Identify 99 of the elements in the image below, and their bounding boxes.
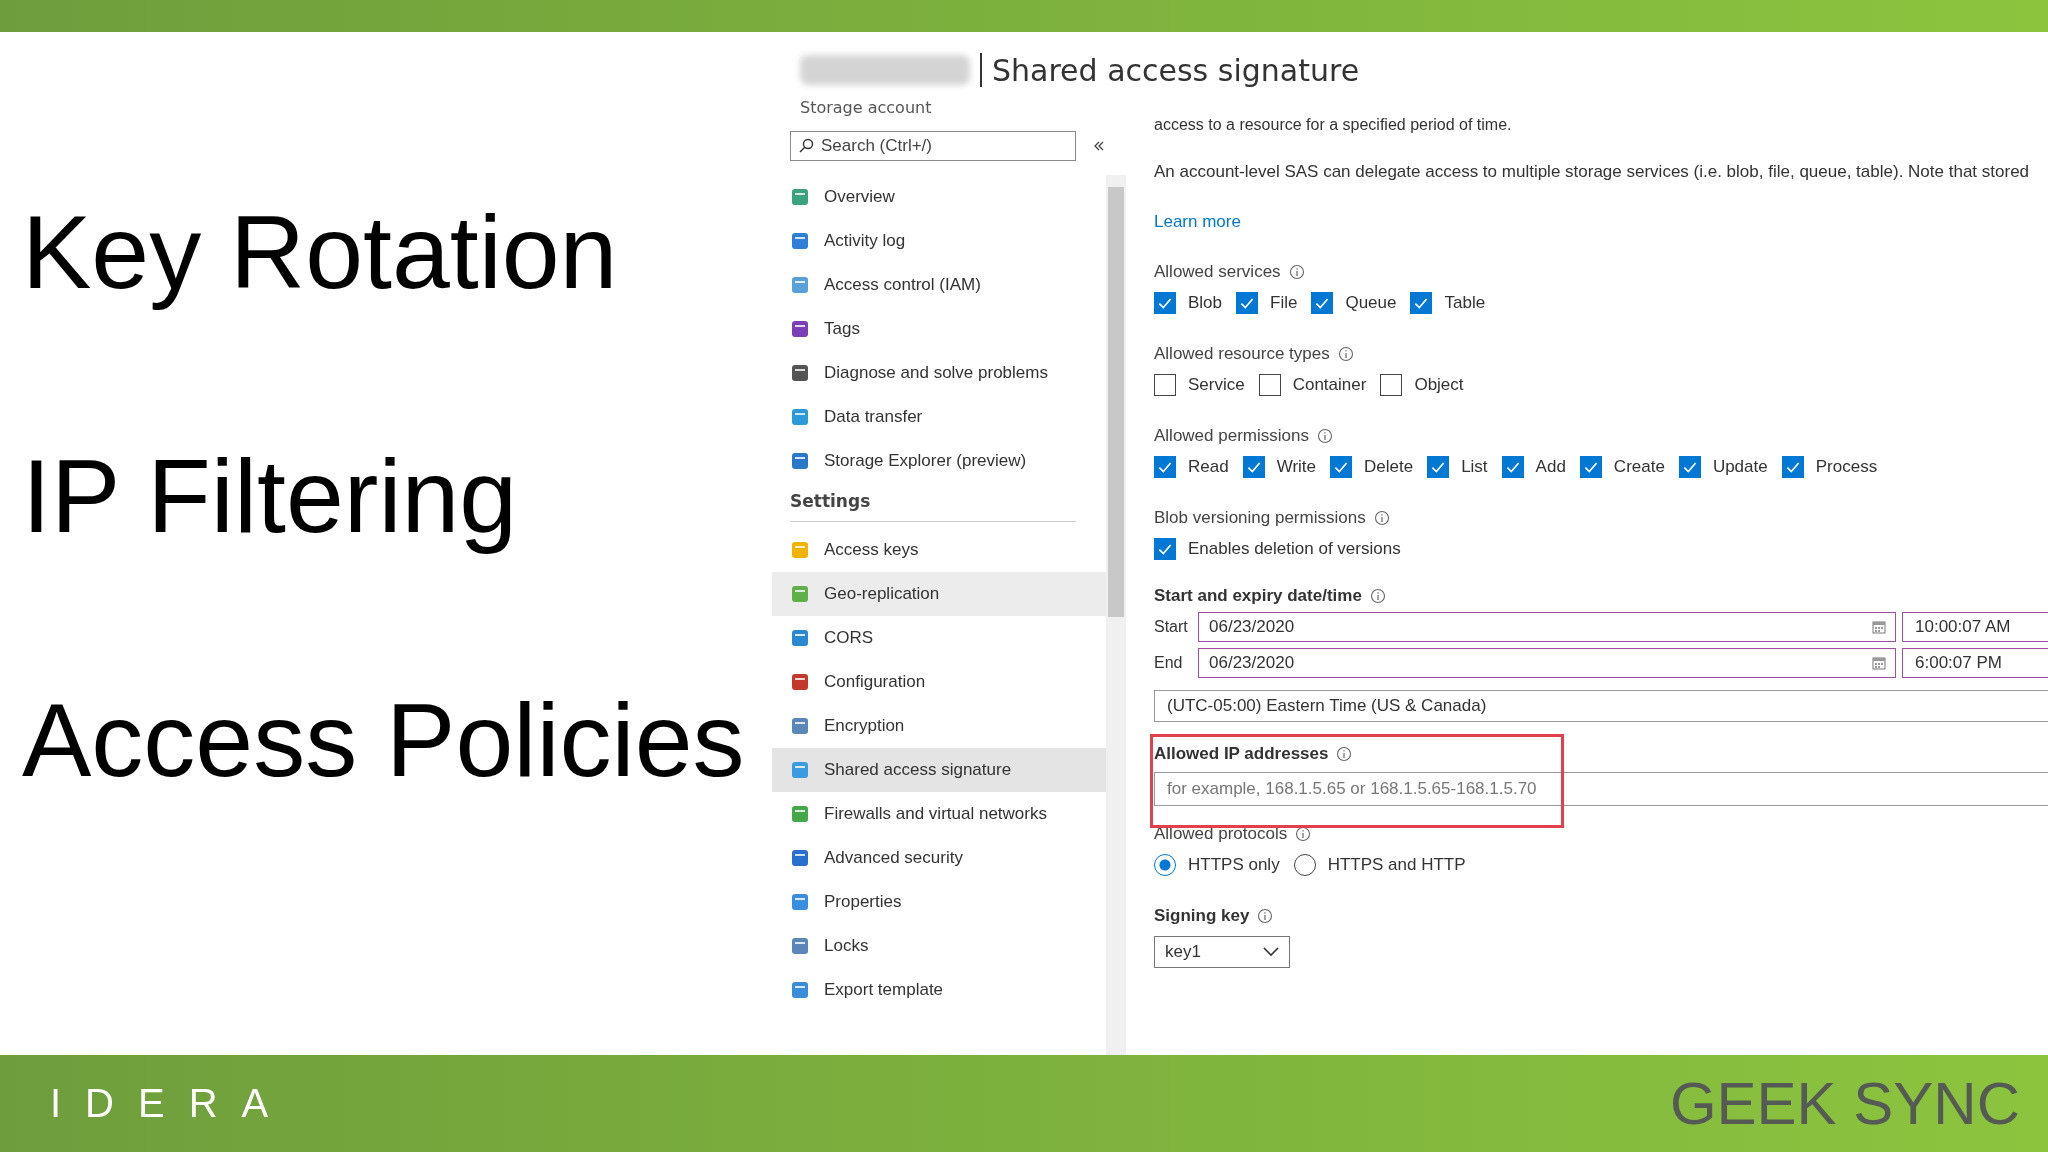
ip-address-field[interactable]: for example, 168.1.5.65 or 168.1.5.65-168.1.5.70 [1154,772,2048,806]
checkbox[interactable] [1236,292,1259,314]
tile-icon [790,716,810,736]
checkbox[interactable] [1311,292,1334,314]
option-label: Queue [1345,293,1397,313]
field-label: Start [1154,618,1189,636]
tile-icon [790,187,810,207]
tile-icon [790,628,810,648]
radio-button[interactable] [1154,854,1176,876]
field-label: Allowed resource types [1154,344,1330,364]
option-label: Enables deletion of versions [1188,539,1401,559]
option-label: Create [1613,457,1665,477]
tile-icon [790,363,810,383]
tile-icon [790,275,810,295]
tile-icon [790,980,810,1000]
date-field[interactable]: 06/23/2020 [1198,648,1896,678]
checkbox[interactable] [1154,538,1176,560]
time-field[interactable]: 10:00:07 AM [1902,612,2048,642]
field-label: Allowed services [1154,262,1281,282]
info-icon[interactable] [1337,346,1354,362]
calendar-icon[interactable] [1871,619,1887,635]
checkbox[interactable] [1154,374,1176,396]
menu-item[interactable]: Shared access signature [772,748,1106,792]
learn-more-link[interactable]: Learn more [1154,212,1241,232]
description-text: access to a resource for a specified period of time. [1154,116,1512,134]
checkbox[interactable] [1678,456,1701,478]
field-label: End [1154,654,1184,672]
tile-icon [790,760,810,780]
option-label: Table [1444,293,1486,313]
field-label: Allowed permissions [1154,426,1309,446]
option-label: List [1461,457,1488,477]
field-label: Start and expiry date/time [1154,586,1362,606]
tile-icon [790,892,810,912]
option-label: Update [1712,457,1768,477]
tile-icon [790,451,810,471]
option-label: Container [1292,375,1367,395]
tile-icon [790,540,810,560]
field-label: Blob versioning permissions [1154,508,1366,528]
tile-icon [790,584,810,604]
info-icon[interactable] [1373,510,1390,526]
resource-type: Storage account [800,98,933,117]
title-separator [980,53,982,87]
option-label: File [1270,293,1298,313]
checkbox[interactable] [1330,456,1352,478]
slide-heading: Access Policies [22,681,746,800]
tile-icon [790,231,810,251]
tile-icon [790,319,810,339]
page-title: Shared access signature [992,52,1360,88]
info-icon[interactable] [1336,746,1353,762]
tile-icon [790,848,810,868]
checkbox[interactable] [1242,456,1265,478]
option-label: Service [1188,375,1245,395]
chevron-icon [1263,947,1279,957]
description-text: An account-level SAS can delegate access to multiple storage services (i.e. blob, file, queue, table). Note that stored [1154,162,2030,182]
company-logo: IDERA [50,1081,293,1126]
info-icon[interactable] [1288,264,1305,280]
search-icon [798,138,814,154]
calendar-icon[interactable] [1871,655,1887,671]
timezone-dropdown[interactable]: (UTC-05:00) Eastern Time (US & Canada) [1154,690,2048,722]
checkbox[interactable] [1380,374,1403,396]
tile-icon [790,936,810,956]
section-heading: Settings [790,491,1076,522]
collapse-icon[interactable] [1092,139,1106,153]
checkbox[interactable] [1154,292,1176,314]
info-icon[interactable] [1257,908,1274,924]
checkbox[interactable] [1579,456,1602,478]
checkbox[interactable] [1410,292,1433,314]
option-label: Object [1414,375,1464,395]
scrollbar[interactable] [1106,175,1126,1055]
option-label: Read [1188,457,1229,477]
slide-heading: Key Rotation [22,193,619,312]
info-icon[interactable] [1369,588,1386,604]
search-field[interactable]: Search (Ctrl+/) [790,131,1076,161]
info-icon[interactable] [1295,826,1312,842]
checkbox[interactable] [1427,456,1450,478]
checkbox[interactable] [1154,456,1176,478]
field-label: Allowed IP addresses [1154,744,1329,764]
field-label: Allowed protocols [1154,824,1288,844]
field-label: Signing key [1154,906,1250,926]
checkbox[interactable] [1258,374,1281,396]
option-label: Write [1276,457,1316,477]
tile-icon [790,407,810,427]
checkbox[interactable] [1501,456,1524,478]
time-field[interactable]: 6:00:07 PM [1902,648,2048,678]
tile-icon [790,804,810,824]
menu-item[interactable]: Geo-replication [772,572,1106,616]
option-label: Blob [1188,293,1223,313]
slide-heading: IP Filtering [22,437,519,556]
info-icon[interactable] [1316,428,1333,444]
tile-icon [790,672,810,692]
option-label: Process [1815,457,1878,477]
option-label: HTTPS and HTTP [1327,855,1466,875]
option-label: Delete [1364,457,1414,477]
option-label: Add [1535,457,1566,477]
checkbox[interactable] [1781,456,1804,478]
option-label: HTTPS only [1188,855,1280,875]
signing-key-dropdown[interactable]: key1 [1154,936,1290,968]
date-field[interactable]: 06/23/2020 [1198,612,1896,642]
event-brand: GEEK SYNC [1669,1069,2020,1138]
